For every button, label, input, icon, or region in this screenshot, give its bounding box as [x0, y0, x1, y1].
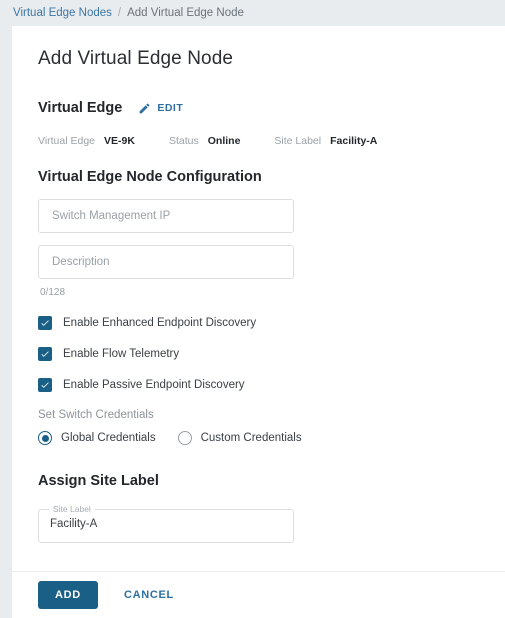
- credentials-radio-group: Global Credentials Custom Credentials: [38, 431, 479, 445]
- info-value: VE-9K: [104, 135, 135, 147]
- switch-management-ip-input[interactable]: [50, 209, 282, 223]
- description-character-counter: 0/128: [40, 287, 66, 298]
- virtual-edge-heading: Virtual Edge: [38, 100, 123, 116]
- switch-management-ip-field[interactable]: [38, 199, 294, 233]
- info-value: Facility-A: [330, 135, 378, 147]
- info-label: Status: [168, 135, 199, 147]
- info-label: Virtual Edge: [38, 135, 96, 147]
- radio-option-global-credentials[interactable]: Global Credentials: [38, 431, 156, 445]
- add-virtual-edge-node-card: Add Virtual Edge Node Virtual Edge EDIT …: [12, 26, 505, 618]
- checkbox-row-passive-endpoint-discovery[interactable]: Enable Passive Endpoint Discovery: [38, 378, 479, 392]
- radio-unselected-icon[interactable]: [177, 431, 192, 445]
- radio-label: Custom Credentials: [200, 432, 302, 444]
- breadcrumb-separator: /: [117, 7, 122, 19]
- virtual-edge-info-row: Virtual Edge VE-9K Status Online Site La…: [38, 135, 479, 147]
- info-pair-status: Status Online: [169, 135, 240, 147]
- configuration-section-title: Virtual Edge Node Configuration: [38, 169, 262, 185]
- site-label-field[interactable]: Site Label Facility-A: [38, 505, 294, 543]
- description-input[interactable]: [50, 255, 282, 269]
- checkbox-label: Enable Flow Telemetry: [63, 348, 180, 360]
- radio-selected-icon[interactable]: [38, 431, 52, 445]
- page-title: Add Virtual Edge Node: [38, 48, 234, 69]
- assign-site-label-title: Assign Site Label: [38, 473, 159, 489]
- checkbox-row-enhanced-endpoint-discovery[interactable]: Enable Enhanced Endpoint Discovery: [38, 316, 479, 330]
- card-footer: ADD CANCEL: [12, 572, 505, 618]
- cancel-button[interactable]: CANCEL: [118, 588, 180, 602]
- checkbox-checked-icon[interactable]: [38, 378, 52, 392]
- site-label-field-value[interactable]: Facility-A: [50, 505, 97, 543]
- checkbox-label: Enable Enhanced Endpoint Discovery: [63, 317, 257, 329]
- edit-button-label: EDIT: [157, 102, 184, 114]
- checkbox-checked-icon[interactable]: [38, 347, 52, 361]
- edit-button[interactable]: EDIT: [138, 102, 183, 115]
- breadcrumb-link-virtual-edge-nodes[interactable]: Virtual Edge Nodes: [13, 7, 112, 19]
- info-pair-site-label: Site Label Facility-A: [274, 135, 377, 147]
- info-label: Site Label: [274, 135, 322, 147]
- checkbox-row-flow-telemetry[interactable]: Enable Flow Telemetry: [38, 347, 479, 361]
- info-value: Online: [207, 135, 241, 147]
- breadcrumb-current: Add Virtual Edge Node: [127, 7, 244, 19]
- radio-option-custom-credentials[interactable]: Custom Credentials: [177, 431, 302, 445]
- credentials-group-label: Set Switch Credentials: [38, 409, 154, 421]
- virtual-edge-header: Virtual Edge EDIT: [38, 100, 479, 116]
- card-body: Add Virtual Edge Node Virtual Edge EDIT …: [12, 26, 505, 571]
- checkbox-label: Enable Passive Endpoint Discovery: [63, 379, 245, 391]
- pencil-icon: [138, 102, 151, 115]
- checkbox-checked-icon[interactable]: [38, 316, 52, 330]
- add-button[interactable]: ADD: [38, 581, 98, 609]
- radio-label: Global Credentials: [61, 432, 156, 444]
- description-field[interactable]: [38, 245, 294, 279]
- info-pair-virtual-edge: Virtual Edge VE-9K: [38, 135, 135, 147]
- breadcrumb: Virtual Edge Nodes / Add Virtual Edge No…: [0, 0, 505, 26]
